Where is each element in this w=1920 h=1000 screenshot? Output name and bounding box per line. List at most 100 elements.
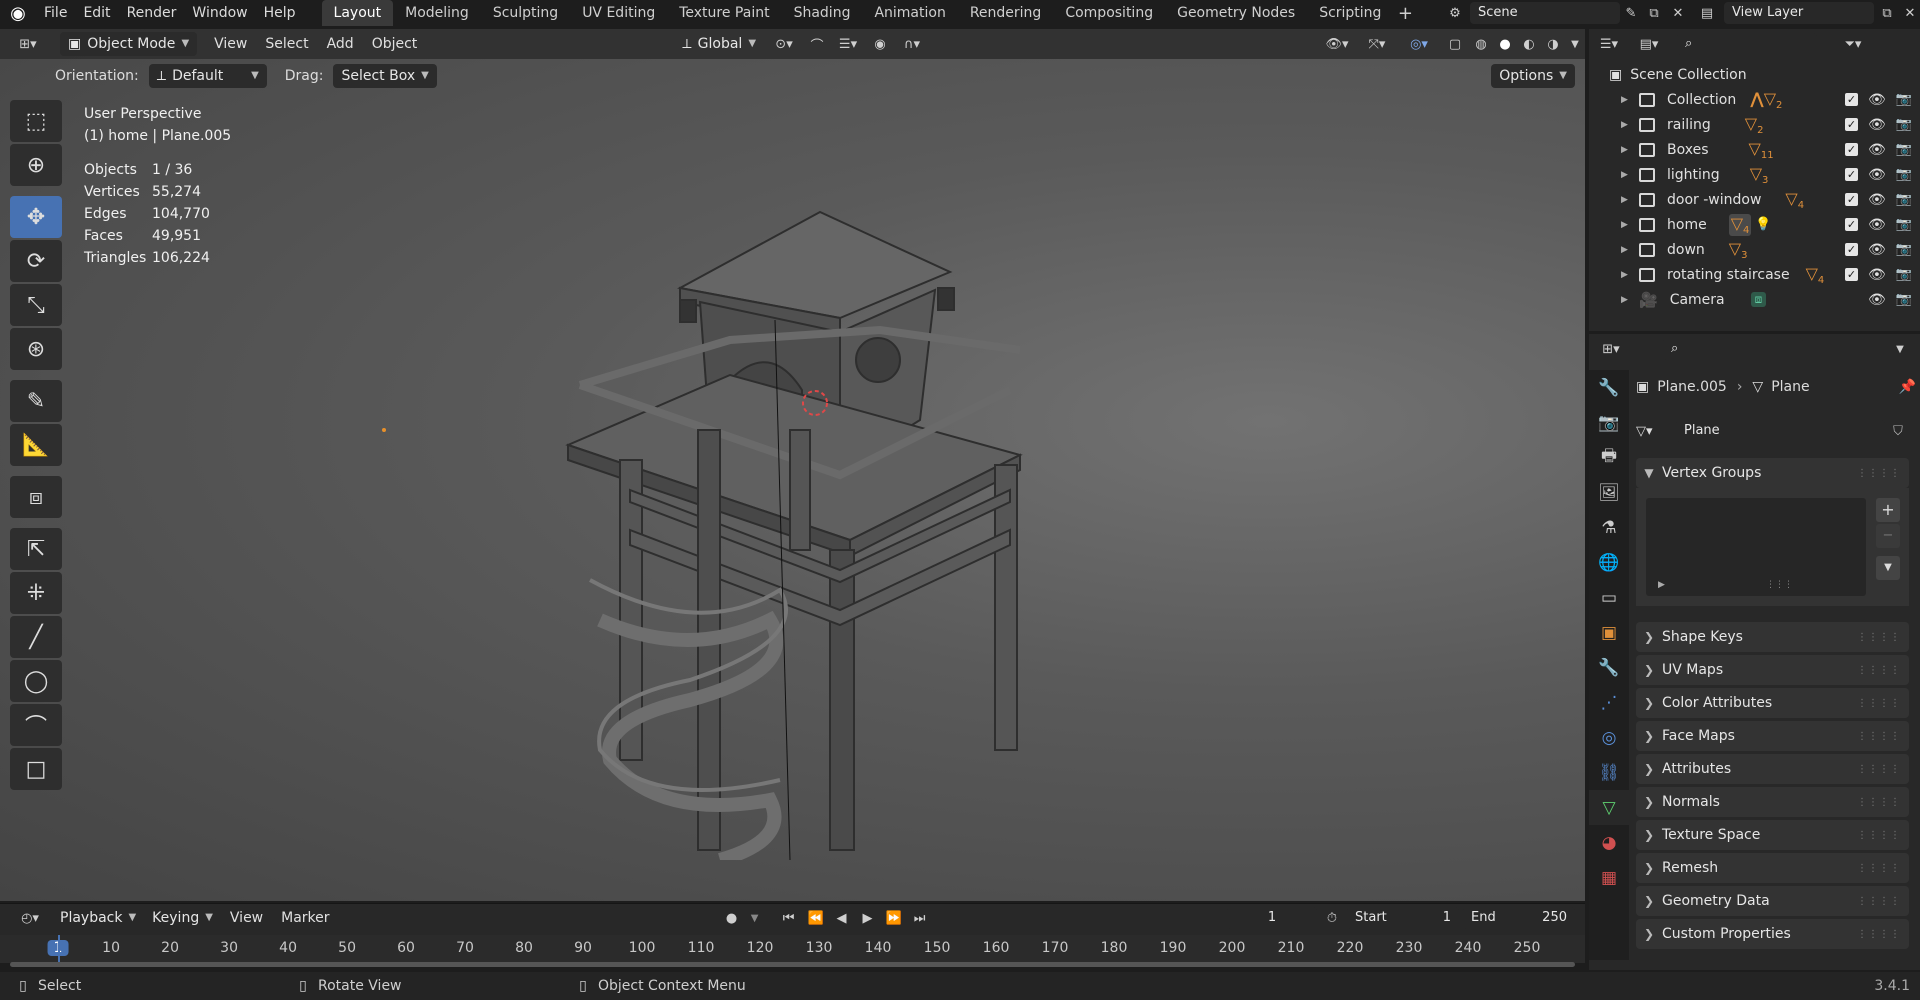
panel-face-maps[interactable]: ❯ Face Maps ⋮⋮⋮⋮ — [1636, 721, 1909, 751]
output-tab-icon[interactable]: 🖶 — [1589, 440, 1629, 475]
move-tool[interactable]: ✥ — [10, 196, 62, 238]
tab-layout[interactable]: Layout — [321, 0, 394, 26]
new-view-layer-icon[interactable]: ⧉ — [1874, 6, 1900, 21]
keying-dropdown[interactable]: Keying ▼ — [144, 906, 221, 930]
drag-grip-icon[interactable]: ⋮⋮⋮⋮ — [1857, 896, 1901, 907]
outliner-item[interactable]: ▶ Collection ⋀▽2 ✓ 👁 📷 — [1589, 87, 1920, 112]
view-layer-tab-icon[interactable]: 🖼 — [1589, 475, 1629, 510]
extrude-tool[interactable]: ⇱ — [10, 528, 62, 570]
frame-tick-label[interactable]: 250 — [1514, 940, 1541, 956]
start-frame-field[interactable]: Start 1 — [1347, 907, 1459, 929]
frame-tick-label[interactable]: 130 — [806, 940, 833, 956]
frame-tick-label[interactable]: 20 — [161, 940, 179, 956]
eye-icon[interactable]: 👁 — [1868, 117, 1886, 133]
add-rectangle-tool[interactable]: □ — [10, 748, 62, 790]
eye-icon[interactable]: 👁 — [1868, 267, 1886, 283]
frame-tick-label[interactable]: 170 — [1042, 940, 1069, 956]
current-frame-field[interactable]: 1 — [1227, 907, 1317, 929]
visibility-icon[interactable]: 👁▾ — [1317, 37, 1357, 52]
object-tab-icon[interactable]: ▣ — [1589, 615, 1629, 650]
camera-icon[interactable]: 📷 — [1896, 167, 1912, 182]
new-scene-icon[interactable]: ⧉ — [1642, 6, 1666, 21]
add-vertex-group-button[interactable]: + — [1876, 498, 1900, 522]
shading-options-icon[interactable]: ▼ — [1565, 39, 1585, 50]
outliner-item[interactable]: ▶ lighting ▽3 ✓ 👁 📷 — [1589, 162, 1920, 187]
eye-icon[interactable]: 👁 — [1868, 167, 1886, 183]
outliner-item[interactable]: ▶ Boxes ▽11 ✓ 👁 📷 — [1589, 137, 1920, 162]
eye-icon[interactable]: 👁 — [1868, 92, 1886, 108]
properties-editor-icon[interactable]: ⊞▾ — [1589, 342, 1633, 357]
add-cube-tool[interactable]: ⧈ — [10, 476, 62, 518]
vertex-groups-list[interactable]: ▶ ⋮⋮⋮ — [1646, 498, 1866, 596]
tab-shading[interactable]: Shading — [782, 0, 863, 26]
tab-texture-paint[interactable]: Texture Paint — [667, 0, 781, 26]
view-layer-field[interactable]: View Layer — [1724, 2, 1874, 24]
eye-icon[interactable]: 👁 — [1868, 242, 1886, 258]
frame-tick-label[interactable]: 140 — [865, 940, 892, 956]
menu-add[interactable]: Add — [318, 32, 363, 56]
playhead-line[interactable] — [58, 935, 60, 963]
mode-dropdown[interactable]: ▣ Object Mode ▼ — [60, 32, 198, 56]
expand-arrow-icon[interactable]: ▶ — [1621, 245, 1633, 255]
outliner-item[interactable]: ▶ door -window ▽4 ✓ 👁 📷 — [1589, 187, 1920, 212]
next-keyframe-icon[interactable]: ⏩ — [881, 911, 907, 926]
tab-compositing[interactable]: Compositing — [1053, 0, 1165, 26]
frame-tick-label[interactable]: 40 — [279, 940, 297, 956]
camera-icon[interactable]: 📷 — [1896, 267, 1912, 282]
properties-search-input[interactable]: ⌕ — [1663, 338, 1803, 360]
expand-arrow-icon[interactable]: ▶ — [1621, 295, 1633, 305]
add-workspace-icon[interactable]: + — [1393, 3, 1417, 24]
panel-remesh[interactable]: ❯ Remesh ⋮⋮⋮⋮ — [1636, 853, 1909, 883]
filter-icon[interactable]: ⏷▾ — [1833, 37, 1873, 52]
frame-tick-label[interactable]: 60 — [397, 940, 415, 956]
tab-rendering[interactable]: Rendering — [958, 0, 1054, 26]
shading-rendered-icon[interactable]: ◑ — [1541, 37, 1565, 52]
expand-arrow-icon[interactable]: ▶ — [1621, 195, 1633, 205]
expand-arrow-icon[interactable]: ▶ — [1621, 95, 1633, 105]
vertex-groups-panel[interactable]: ▼ Vertex Groups ⋮⋮⋮⋮ — [1636, 458, 1909, 488]
timeline-view-menu[interactable]: View — [221, 906, 272, 930]
expand-arrow-icon[interactable]: ▶ — [1621, 270, 1633, 280]
panel-normals[interactable]: ❯ Normals ⋮⋮⋮⋮ — [1636, 787, 1909, 817]
drag-grip-icon[interactable]: ⋮⋮⋮⋮ — [1857, 731, 1901, 742]
menu-help[interactable]: Help — [256, 0, 304, 26]
drag-grip-icon[interactable]: ⋮⋮⋮⋮ — [1857, 797, 1901, 808]
world-tab-icon[interactable]: 🌐 — [1589, 545, 1629, 580]
tab-modeling[interactable]: Modeling — [393, 0, 481, 26]
drag-grip-icon[interactable]: ⋮⋮⋮⋮ — [1857, 632, 1901, 643]
panel-geometry-data[interactable]: ❯ Geometry Data ⋮⋮⋮⋮ — [1636, 886, 1909, 916]
view-layer-icon[interactable]: ▤ — [1690, 6, 1724, 21]
shading-wireframe-icon[interactable]: ◍ — [1469, 37, 1493, 52]
menu-view[interactable]: View — [205, 32, 256, 56]
panel-attributes[interactable]: ❯ Attributes ⋮⋮⋮⋮ — [1636, 754, 1909, 784]
snap-target-icon[interactable]: ☰▾ — [830, 37, 866, 52]
outliner-search-input[interactable]: ⌕ — [1677, 33, 1817, 55]
menu-edit[interactable]: Edit — [75, 0, 118, 26]
exclude-checkbox[interactable]: ✓ — [1845, 218, 1859, 231]
camera-icon[interactable]: 📷 — [1896, 292, 1912, 307]
mesh-data-tab-icon[interactable]: ▽ — [1589, 790, 1629, 825]
frame-tick-label[interactable]: 120 — [747, 940, 774, 956]
editor-type-icon[interactable]: ⊞▾ — [6, 37, 50, 52]
delete-scene-icon[interactable]: ✕ — [1666, 6, 1690, 21]
add-point-tool[interactable]: ⁜ — [10, 572, 62, 614]
frame-tick-label[interactable]: 80 — [515, 940, 533, 956]
camera-icon[interactable]: 📷 — [1896, 242, 1912, 257]
drag-grip-icon[interactable]: ⋮⋮⋮⋮ — [1857, 863, 1901, 874]
exclude-checkbox[interactable]: ✓ — [1845, 243, 1859, 256]
tool-tab-icon[interactable]: 🔧 — [1589, 370, 1629, 405]
transform-orientation-dropdown[interactable]: ⟂ Global ▼ — [674, 32, 764, 56]
drag-grip-icon[interactable]: ⋮⋮⋮⋮ — [1857, 698, 1901, 709]
outliner-item[interactable]: ▶ down ▽3 ✓ 👁 📷 — [1589, 237, 1920, 262]
jump-start-icon[interactable]: ⏮ — [775, 911, 803, 926]
transform-tool[interactable]: ⊛ — [10, 328, 62, 370]
panel-custom-properties[interactable]: ❯ Custom Properties ⋮⋮⋮⋮ — [1636, 919, 1909, 949]
annotate-tool[interactable]: ✎ — [10, 380, 62, 422]
frame-tick-label[interactable]: 210 — [1278, 940, 1305, 956]
frame-tick-label[interactable]: 180 — [1101, 940, 1128, 956]
camera-icon[interactable]: 📷 — [1896, 217, 1912, 232]
outliner-item[interactable]: ▶ rotating staircase ▽4 ✓ 👁 📷 — [1589, 262, 1920, 287]
frame-tick-label[interactable]: 230 — [1396, 940, 1423, 956]
outliner-scene-collection[interactable]: ▣ Scene Collection — [1589, 62, 1920, 87]
exclude-checkbox[interactable]: ✓ — [1845, 168, 1859, 181]
